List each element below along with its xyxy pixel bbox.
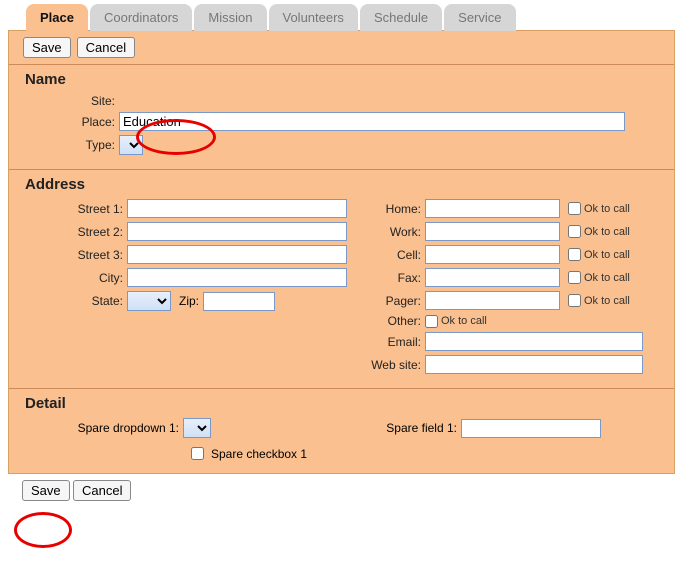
other-ok-wrap[interactable]: Ok to call	[425, 315, 487, 328]
pager-input[interactable]	[425, 291, 560, 310]
street3-label: Street 3:	[23, 248, 127, 262]
city-input[interactable]	[127, 268, 347, 287]
place-input[interactable]	[119, 112, 625, 131]
spare-dd1-select[interactable]	[183, 418, 211, 438]
home-ok-label: Ok to call	[584, 203, 630, 215]
email-label: Email:	[363, 335, 425, 349]
section-name-title: Name	[25, 71, 660, 88]
save-button-bottom[interactable]: Save	[22, 480, 70, 501]
state-select[interactable]	[127, 291, 171, 311]
tab-schedule[interactable]: Schedule	[360, 4, 442, 31]
fax-label: Fax:	[363, 271, 425, 285]
top-toolbar: Save Cancel	[9, 31, 674, 64]
spare-dd1-label: Spare dropdown 1:	[23, 421, 183, 435]
tab-volunteers[interactable]: Volunteers	[269, 4, 358, 31]
pager-ok-label: Ok to call	[584, 295, 630, 307]
section-detail: Detail Spare dropdown 1: Spare field 1: …	[9, 388, 674, 473]
save-button-top[interactable]: Save	[23, 37, 71, 58]
tab-service[interactable]: Service	[444, 4, 515, 31]
fax-input[interactable]	[425, 268, 560, 287]
other-ok-checkbox[interactable]	[425, 315, 438, 328]
cell-ok-checkbox[interactable]	[568, 248, 581, 261]
bottom-toolbar: Save Cancel	[8, 474, 675, 507]
fax-ok-label: Ok to call	[584, 272, 630, 284]
state-label: State:	[23, 294, 127, 308]
cell-ok-label: Ok to call	[584, 249, 630, 261]
work-input[interactable]	[425, 222, 560, 241]
cell-ok-wrap[interactable]: Ok to call	[568, 248, 630, 261]
place-label: Place:	[23, 115, 119, 129]
tab-place[interactable]: Place	[26, 4, 88, 31]
tab-mission[interactable]: Mission	[194, 4, 266, 31]
cell-input[interactable]	[425, 245, 560, 264]
fax-ok-wrap[interactable]: Ok to call	[568, 271, 630, 284]
zip-label: Zip:	[171, 294, 203, 308]
street1-label: Street 1:	[23, 202, 127, 216]
work-ok-checkbox[interactable]	[568, 225, 581, 238]
type-label: Type:	[23, 138, 119, 152]
section-detail-title: Detail	[25, 395, 660, 412]
work-ok-wrap[interactable]: Ok to call	[568, 225, 630, 238]
cell-label: Cell:	[363, 248, 425, 262]
pager-label: Pager:	[363, 294, 425, 308]
cancel-button-top[interactable]: Cancel	[77, 37, 135, 58]
fax-ok-checkbox[interactable]	[568, 271, 581, 284]
spare-field1-label: Spare field 1:	[341, 421, 461, 435]
street3-input[interactable]	[127, 245, 347, 264]
city-label: City:	[23, 271, 127, 285]
other-label: Other:	[363, 314, 425, 328]
zip-input[interactable]	[203, 292, 275, 311]
spare-cb1-label: Spare checkbox 1	[211, 447, 307, 461]
highlight-oval-save	[14, 512, 72, 548]
email-input[interactable]	[425, 332, 643, 351]
tab-coordinators[interactable]: Coordinators	[90, 4, 192, 31]
pager-ok-checkbox[interactable]	[568, 294, 581, 307]
cancel-button-bottom[interactable]: Cancel	[73, 480, 131, 501]
section-address-title: Address	[25, 176, 660, 193]
tab-bar: Place Coordinators Mission Volunteers Sc…	[26, 4, 679, 31]
home-label: Home:	[363, 202, 425, 216]
main-panel: Save Cancel Name Site: Place: Type: Addr…	[8, 30, 675, 474]
home-ok-checkbox[interactable]	[568, 202, 581, 215]
street1-input[interactable]	[127, 199, 347, 218]
website-label: Web site:	[363, 358, 425, 372]
street2-label: Street 2:	[23, 225, 127, 239]
work-label: Work:	[363, 225, 425, 239]
section-name: Name Site: Place: Type:	[9, 64, 674, 169]
section-address: Address Street 1: Street 2: Street 3:	[9, 169, 674, 388]
pager-ok-wrap[interactable]: Ok to call	[568, 294, 630, 307]
spare-cb1-checkbox[interactable]	[191, 447, 204, 460]
website-input[interactable]	[425, 355, 643, 374]
home-ok-wrap[interactable]: Ok to call	[568, 202, 630, 215]
type-select[interactable]	[119, 135, 143, 155]
spare-field1-input[interactable]	[461, 419, 601, 438]
street2-input[interactable]	[127, 222, 347, 241]
site-label: Site:	[23, 94, 119, 108]
other-ok-label: Ok to call	[441, 315, 487, 327]
home-input[interactable]	[425, 199, 560, 218]
work-ok-label: Ok to call	[584, 226, 630, 238]
